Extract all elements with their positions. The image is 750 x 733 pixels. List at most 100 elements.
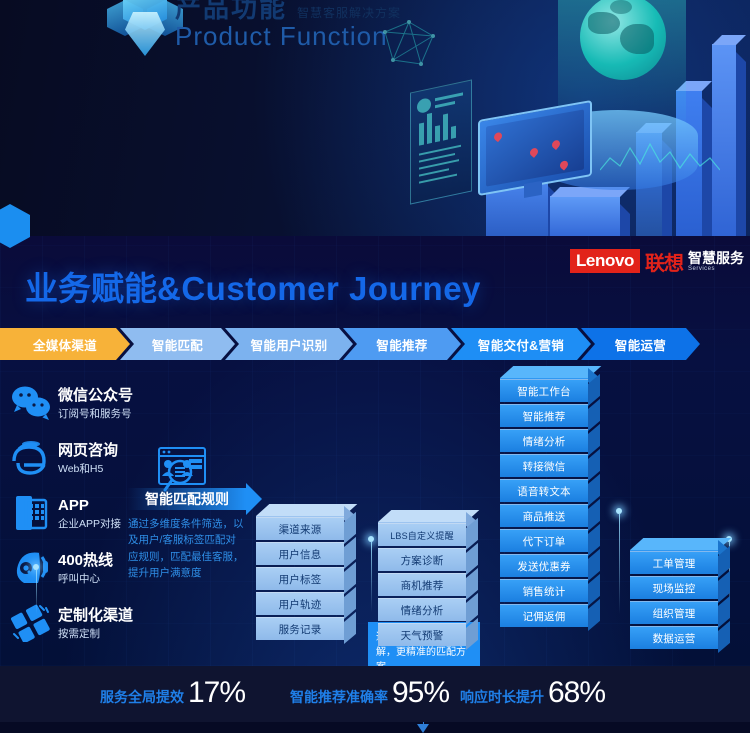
- stack-item-label: 发送优惠券: [517, 560, 571, 573]
- wechat-icon: [10, 384, 54, 424]
- stack-item[interactable]: 发送优惠券: [500, 548, 600, 582]
- stat-value: 95%: [392, 676, 450, 709]
- channel-item-1[interactable]: 微信公众号 订阅号和服务号: [10, 378, 160, 430]
- stat-value: 17%: [188, 676, 246, 709]
- journey-ribbon: 全媒体渠道 智能匹配 智能用户识别 智能推荐 智能交付&营销 智能运营: [0, 328, 750, 360]
- isometric-tech-illustration: [383, 0, 750, 240]
- stack-item-label: 智能推荐: [522, 410, 566, 423]
- ribbon-step-label: 智能运营: [614, 338, 667, 353]
- stack-item[interactable]: 代下订单: [500, 523, 600, 557]
- delivery-marketing-stack: 智能工作台智能推荐 情绪分析 转接微信语音转文本 商品推送 代下订单发送优惠券 销售统计记…: [500, 366, 602, 632]
- stack-item-label: 天气预警: [400, 629, 444, 642]
- match-rule-arrow: 智能匹配规则: [128, 483, 262, 515]
- stack-item-label: 服务记录: [278, 623, 322, 636]
- glow-line: [619, 514, 620, 614]
- stack-item-label: LBS自定义提醒: [390, 530, 454, 541]
- channel-title: 网页咨询: [58, 441, 119, 459]
- stack-item[interactable]: 记佣返佣: [500, 598, 600, 632]
- operation-stack: 工单管理现场监控组织管理数据运营: [630, 538, 732, 654]
- hero-title-en: Product Function: [175, 21, 388, 51]
- iso-data-panel: [410, 79, 472, 205]
- page-title: 业务赋能&Customer Journey: [25, 262, 481, 310]
- lenovo-service-en: Services: [688, 265, 716, 272]
- crystal-hexagon-icon: [105, 0, 185, 64]
- stack-item[interactable]: LBS自定义提醒: [378, 517, 478, 551]
- ribbon-step-label: 智能交付&营销: [477, 338, 565, 353]
- stack-item[interactable]: 用户轨迹: [256, 586, 356, 620]
- stack-item-label: 语音转文本: [517, 485, 571, 498]
- channel-title: 微信公众号: [58, 386, 134, 404]
- stack-item[interactable]: 用户信息: [256, 536, 356, 570]
- stack-item[interactable]: 情绪分析: [500, 423, 600, 457]
- stack-item-label: 渠道来源: [278, 523, 322, 536]
- stack-item-label: 商机推荐: [400, 579, 444, 592]
- iso-bar: [550, 196, 620, 240]
- main-panel: 业务赋能&Customer Journey Lenovo 联想 智慧服务 Ser…: [0, 204, 750, 733]
- channel-subtitle: 按需定制: [58, 628, 100, 641]
- page-title-en: &Customer Journey: [157, 270, 481, 307]
- stat-label: 智能推荐准确率: [290, 689, 388, 705]
- stack-item[interactable]: 转接微信: [500, 448, 600, 482]
- hero-title-block: 产品功能 智慧客服解决方案 Product Function: [175, 0, 401, 52]
- callout-arrow-icon: [417, 724, 429, 733]
- channel-subtitle: 订阅号和服务号: [58, 408, 132, 421]
- hero-banner: 产品功能 智慧客服解决方案 Product Function: [0, 0, 750, 240]
- stack-item[interactable]: 方案诊断: [378, 542, 478, 576]
- recommend-stack: LBS自定义提醒 方案诊断商机推荐情绪分析天气预警: [378, 510, 480, 651]
- lenovo-logo: Lenovo 联想 智慧服务 Services: [569, 246, 744, 276]
- lenovo-brand-cn: 联想: [645, 252, 684, 275]
- ie-browser-icon: [10, 439, 54, 479]
- ribbon-step-6[interactable]: 智能运营: [581, 328, 700, 360]
- stack-item-label: 数据运营: [652, 632, 696, 645]
- stat-item-3: 响应时长提升 68%: [460, 676, 606, 710]
- glow-line: [371, 542, 372, 612]
- match-data-stack: 渠道来源用户信息用户标签用户轨迹服务记录: [256, 504, 358, 645]
- stack-item-label: 情绪分析: [400, 604, 444, 617]
- channel-subtitle: 企业APP对接: [58, 518, 122, 531]
- stack-item[interactable]: 现场监控: [630, 570, 730, 604]
- stack-item[interactable]: 智能工作台: [500, 373, 600, 407]
- ribbon-step-1[interactable]: 全媒体渠道: [0, 328, 130, 360]
- lenovo-service-cn: 智慧服务: [688, 249, 744, 266]
- stack-item[interactable]: 渠道来源: [256, 511, 356, 545]
- stack-item[interactable]: 语音转文本: [500, 473, 600, 507]
- lenovo-wordmark: Lenovo: [569, 249, 640, 273]
- page-title-cn: 业务赋能: [25, 270, 157, 307]
- stack-item[interactable]: 天气预警: [378, 617, 478, 651]
- ribbon-step-label: 全媒体渠道: [32, 338, 97, 353]
- stack-item[interactable]: 商机推荐: [378, 567, 478, 601]
- iso-waveform: [600, 142, 720, 171]
- stack-item[interactable]: 商品推送: [500, 498, 600, 532]
- channel-title: 定制化渠道: [58, 606, 134, 624]
- ribbon-step-4[interactable]: 智能推荐: [343, 328, 461, 360]
- stack-item-label: 组织管理: [652, 607, 696, 620]
- stack-item[interactable]: 智能推荐: [500, 398, 600, 432]
- stack-item[interactable]: 工单管理: [630, 545, 730, 579]
- channel-title: 400热线: [58, 551, 114, 569]
- stack-item-label: 用户轨迹: [278, 598, 322, 611]
- stack-item[interactable]: 情绪分析: [378, 592, 478, 626]
- stat-item-2: 智能推荐准确率 95%: [290, 676, 450, 710]
- iso-network-graph: [383, 20, 435, 66]
- ribbon-step-2[interactable]: 智能匹配: [120, 328, 235, 360]
- stack-item-label: 用户标签: [278, 573, 322, 586]
- stack-item[interactable]: 销售统计: [500, 573, 600, 607]
- glow-line: [36, 570, 37, 614]
- ribbon-step-3[interactable]: 智能用户识别: [225, 328, 353, 360]
- match-rule-description: 通过多维度条件筛选，以及用户/客服标签匹配对应规则，匹配最佳客服，提升用户满意度: [128, 518, 244, 579]
- channel-item-5[interactable]: 定制化渠道 按需定制: [10, 598, 160, 650]
- stack-item-label: 用户信息: [278, 548, 322, 561]
- stats-bar: 服务全局提效 17% 智能推荐准确率 95% 响应时长提升 68%: [0, 666, 750, 722]
- stack-item-label: 方案诊断: [400, 554, 444, 567]
- channel-item-2[interactable]: 网页咨询 Web和H5: [10, 433, 160, 485]
- stack-item[interactable]: 数据运营: [630, 620, 730, 654]
- mobile-app-icon: [10, 494, 54, 534]
- stack-item[interactable]: 服务记录: [256, 611, 356, 645]
- stack-item[interactable]: 用户标签: [256, 561, 356, 595]
- channel-subtitle: Web和H5: [58, 463, 104, 476]
- ribbon-step-5[interactable]: 智能交付&营销: [451, 328, 591, 360]
- channel-title: APP: [58, 496, 89, 514]
- stack-item[interactable]: 组织管理: [630, 595, 730, 629]
- stack-item-label: 记佣返佣: [522, 610, 566, 623]
- stack-item-label: 现场监控: [652, 582, 696, 595]
